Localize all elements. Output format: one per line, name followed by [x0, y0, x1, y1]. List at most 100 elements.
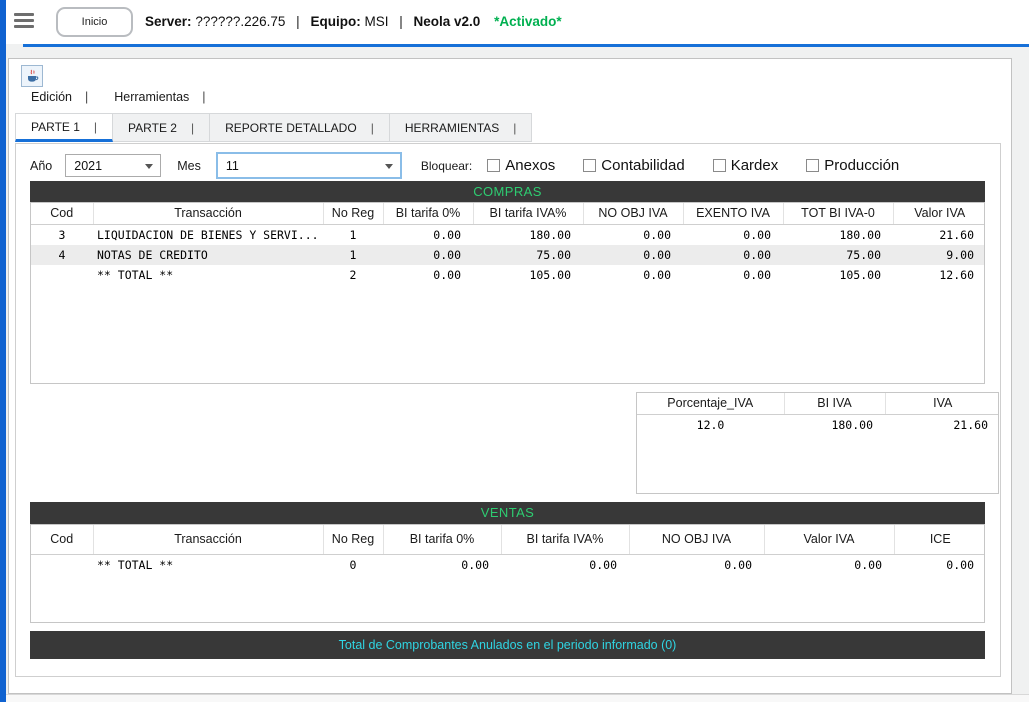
column-header: IVA [885, 393, 999, 414]
menu-pipe: | [202, 90, 205, 104]
checkbox-contabilidad[interactable]: Contabilidad [583, 157, 684, 174]
table-cell: 0.00 [383, 554, 501, 575]
tab-label: PARTE 1 [31, 120, 80, 134]
table-cell [31, 265, 93, 285]
iva-summary-table: Porcentaje_IVABI IVAIVA12.0180.0021.60 [637, 393, 999, 435]
table-row[interactable]: 3LIQUIDACION DE BIENES Y SERVI...10.0018… [31, 224, 985, 245]
separator: | [296, 14, 300, 29]
table-cell: 105.00 [783, 265, 893, 285]
server-info: Server: ??????.226.75 | Equipo: MSI | Ne… [145, 0, 562, 44]
column-header: ICE [894, 525, 985, 554]
table-cell: 2 [323, 265, 383, 285]
server-value: ??????.226.75 [195, 14, 285, 29]
table-row[interactable]: 12.0180.0021.60 [637, 414, 999, 435]
table-row[interactable]: ** TOTAL **20.00105.000.000.00105.0012.6… [31, 265, 985, 285]
table-cell: 21.60 [893, 224, 985, 245]
separator: | [399, 14, 403, 29]
checkbox-box[interactable] [713, 159, 726, 172]
compras-section-header: COMPRAS [30, 181, 985, 202]
table-cell: NOTAS DE CREDITO [93, 245, 323, 265]
tab-parte-2[interactable]: PARTE 2 | [113, 113, 210, 142]
table-cell: 0.00 [583, 224, 683, 245]
column-header: Transacción [93, 203, 323, 224]
iva-summary-table-container: Porcentaje_IVABI IVAIVA12.0180.0021.60 [636, 392, 999, 494]
mes-value: 11 [226, 159, 239, 173]
table-cell: ** TOTAL ** [93, 554, 323, 575]
table-cell: 0.00 [583, 245, 683, 265]
column-header: No Reg [323, 203, 383, 224]
tab-reporte-detallado[interactable]: REPORTE DETALLADO | [210, 113, 390, 142]
table-cell: 3 [31, 224, 93, 245]
table-row[interactable]: 4NOTAS DE CREDITO10.0075.000.000.0075.00… [31, 245, 985, 265]
checkbox-box[interactable] [487, 159, 500, 172]
chevron-down-icon [385, 164, 393, 169]
checkbox-box[interactable] [806, 159, 819, 172]
table-cell: 1 [323, 224, 383, 245]
equipo-value: MSI [364, 14, 388, 29]
menu-pipe: | [85, 90, 88, 104]
menu-label: Edición [31, 90, 72, 104]
column-header: EXENTO IVA [683, 203, 783, 224]
anio-value: 2021 [74, 159, 102, 173]
menu-item-herramientas[interactable]: Herramientas | [114, 90, 205, 104]
table-cell: 0.00 [629, 554, 764, 575]
top-toolbar: Inicio Server: ??????.226.75 | Equipo: M… [6, 0, 1029, 44]
table-row[interactable]: ** TOTAL **00.000.000.000.000.00 [31, 554, 985, 575]
tab-pipe: | [371, 121, 374, 135]
checkbox-label: Anexos [505, 157, 555, 174]
mes-select[interactable]: 11 [216, 152, 402, 179]
tab-parte-1[interactable]: PARTE 1 | [15, 113, 113, 142]
table-cell: LIQUIDACION DE BIENES Y SERVI... [93, 224, 323, 245]
table-cell: 0.00 [683, 265, 783, 285]
table-cell: 180.00 [783, 224, 893, 245]
parte1-content-panel: Año 2021 Mes 11 Bloquear: Anexos Contabi… [15, 143, 1001, 677]
table-cell: 180.00 [784, 414, 885, 435]
menu-label: Herramientas [114, 90, 189, 104]
table-cell: 0.00 [383, 265, 473, 285]
tab-pipe: | [94, 120, 97, 134]
table-cell: 0.00 [683, 245, 783, 265]
filter-row: Año 2021 Mes 11 Bloquear: Anexos Contabi… [30, 152, 1000, 179]
table-cell: 9.00 [893, 245, 985, 265]
column-header: NO OBJ IVA [629, 525, 764, 554]
ventas-table: CodTransacciónNo RegBI tarifa 0%BI tarif… [31, 525, 985, 575]
column-header: BI tarifa 0% [383, 203, 473, 224]
status-activado: *Activado* [494, 14, 562, 29]
table-cell: 75.00 [473, 245, 583, 265]
table-cell: 0.00 [683, 224, 783, 245]
column-header: No Reg [323, 525, 383, 554]
app-version: Neola v2.0 [414, 14, 481, 29]
column-header: BI tarifa 0% [383, 525, 501, 554]
compras-table-container: CodTransacciónNo RegBI tarifa 0%BI tarif… [30, 202, 985, 384]
ventas-section-header: VENTAS [30, 502, 985, 524]
anio-select[interactable]: 2021 [65, 154, 161, 177]
table-cell: 75.00 [783, 245, 893, 265]
menu-item-edicion[interactable]: Edición | [31, 90, 88, 104]
table-cell: 0.00 [383, 245, 473, 265]
table-cell [31, 554, 93, 575]
tab-herramientas[interactable]: HERRAMIENTAS | [390, 113, 533, 142]
table-cell: 0.00 [501, 554, 629, 575]
checkbox-box[interactable] [583, 159, 596, 172]
bloquear-label: Bloquear: [421, 159, 472, 173]
inicio-button[interactable]: Inicio [56, 7, 133, 37]
java-icon[interactable] [21, 65, 43, 87]
left-window-edge [0, 0, 6, 702]
table-cell: 12.60 [893, 265, 985, 285]
table-cell: 0.00 [764, 554, 894, 575]
anulados-total-bar: Total de Comprobantes Anulados en el per… [30, 631, 985, 659]
hamburger-menu-icon[interactable] [14, 13, 36, 31]
app-window: Edición | Herramientas | PARTE 1 | PARTE… [8, 58, 1012, 694]
column-header: BI tarifa IVA% [501, 525, 629, 554]
horizontal-scrollbar[interactable] [6, 694, 1029, 702]
checkbox-produccion[interactable]: Producción [806, 157, 899, 174]
table-cell: 105.00 [473, 265, 583, 285]
tab-pipe: | [191, 121, 194, 135]
checkbox-kardex[interactable]: Kardex [713, 157, 779, 174]
server-label: Server: [145, 14, 192, 29]
table-cell: 0.00 [894, 554, 985, 575]
table-cell: 4 [31, 245, 93, 265]
column-header: Cod [31, 525, 93, 554]
checkbox-anexos[interactable]: Anexos [487, 157, 555, 174]
chevron-down-icon [145, 164, 153, 169]
